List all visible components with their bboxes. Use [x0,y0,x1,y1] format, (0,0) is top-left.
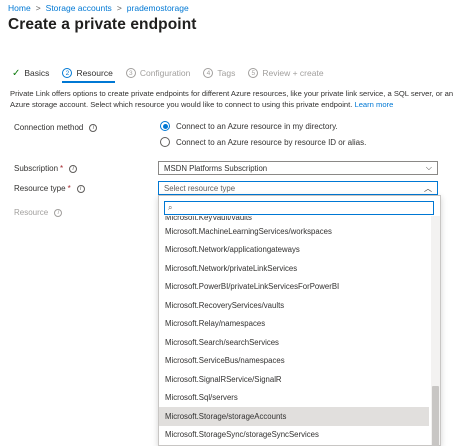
tab-label: Review + create [262,68,324,78]
subscription-label: Subscription * i [14,164,78,173]
field-label: Resource type [14,184,66,193]
resource-type-dropdown: ⌕ Microsoft.KeyVault/vaults Microsoft.Ma… [158,195,441,446]
tab-label: Configuration [139,68,191,78]
tab-label: Basics [24,68,50,78]
tab-tags[interactable]: 4 Tags [203,68,235,78]
learn-more-link[interactable]: Learn more [354,100,393,109]
tab-resource[interactable]: 2 Resource [62,68,116,83]
intro-text: Private Link offers options to create pr… [10,89,465,110]
breadcrumb-storage-accounts[interactable]: Storage accounts [46,3,112,13]
breadcrumb-prademostorage[interactable]: prademostorage [127,3,189,13]
dropdown-list: Microsoft.KeyVault/vaults Microsoft.Mach… [159,216,429,444]
dropdown-scrollbar[interactable] [431,216,440,445]
info-icon[interactable]: i [54,208,63,217]
list-item[interactable]: Microsoft.Network/privateLinkServices [159,259,429,278]
list-item[interactable]: Microsoft.MachineLearningServices/worksp… [159,222,429,241]
list-item[interactable]: Microsoft.StorageSync/storageSyncService… [159,426,429,445]
list-item[interactable]: Microsoft.Search/searchServices [159,333,429,352]
tab-basics[interactable]: ✓ Basics [12,68,49,79]
tab-label: Tags [217,68,236,78]
select-placeholder: Select resource type [164,183,236,193]
list-item[interactable]: Microsoft.Sql/servers [159,389,429,408]
page-title: Create a private endpoint [8,16,197,33]
radio-button[interactable] [160,121,170,131]
list-item[interactable]: Microsoft.SignalRService/SignalR [159,370,429,389]
breadcrumb-separator: > [35,3,41,13]
radio-connect-directory[interactable]: Connect to an Azure resource in my direc… [160,121,338,131]
search-icon: ⌕ [168,203,173,212]
list-item[interactable]: Microsoft.ServiceBus/namespaces [159,352,429,371]
info-icon[interactable]: i [89,123,98,132]
wizard-steps: ✓ Basics 2 Resource 3 Configuration 4 Ta… [12,66,337,83]
tab-configuration[interactable]: 3 Configuration [125,68,191,78]
list-item-selected[interactable]: Microsoft.Storage/storageAccounts [159,407,429,426]
field-label: Subscription [14,164,59,173]
breadcrumb-separator: > [116,3,122,13]
select-value: MSDN Platforms Subscription [164,163,268,173]
list-item[interactable]: Microsoft.Relay/namespaces [159,315,429,334]
info-icon[interactable]: i [69,164,78,173]
step-number: 3 [125,68,136,78]
list-item[interactable]: Microsoft.PowerBI/privateLinkServicesFor… [159,278,429,297]
list-item[interactable]: Microsoft.RecoveryServices/vaults [159,296,429,315]
list-item[interactable]: Microsoft.Network/applicationgateways [159,241,429,260]
chevron-up-icon: ︿ [424,184,432,193]
radio-label: Connect to an Azure resource in my direc… [176,121,338,131]
subscription-select[interactable]: MSDN Platforms Subscription ⌵ [158,161,438,175]
tab-review-create[interactable]: 5 Review + create [248,68,324,78]
breadcrumb: Home > Storage accounts > prademostorage [8,3,189,13]
field-label: Resource [14,208,49,217]
field-label: Connection method [14,123,84,132]
resource-type-select[interactable]: Select resource type ︿ [158,181,438,195]
required-marker: * [60,164,64,173]
radio-connect-resource-id[interactable]: Connect to an Azure resource by resource… [160,137,366,147]
resource-label: Resource i [14,208,63,217]
radio-label: Connect to an Azure resource by resource… [176,137,367,147]
dropdown-search-input[interactable]: ⌕ [164,201,434,215]
resource-type-label: Resource type * i [14,184,85,193]
scrollbar-thumb[interactable] [432,386,439,445]
step-number: 4 [203,68,214,78]
step-number: 2 [62,68,73,78]
step-number: 5 [248,68,259,78]
connection-method-label: Connection method i [14,123,98,132]
info-icon[interactable]: i [76,184,85,193]
checkmark-icon: ✓ [12,67,21,79]
chevron-down-icon: ⌵ [425,163,432,172]
radio-button[interactable] [160,137,170,147]
required-marker: * [67,184,71,193]
breadcrumb-home[interactable]: Home [8,3,31,13]
tab-label: Resource [76,68,113,78]
